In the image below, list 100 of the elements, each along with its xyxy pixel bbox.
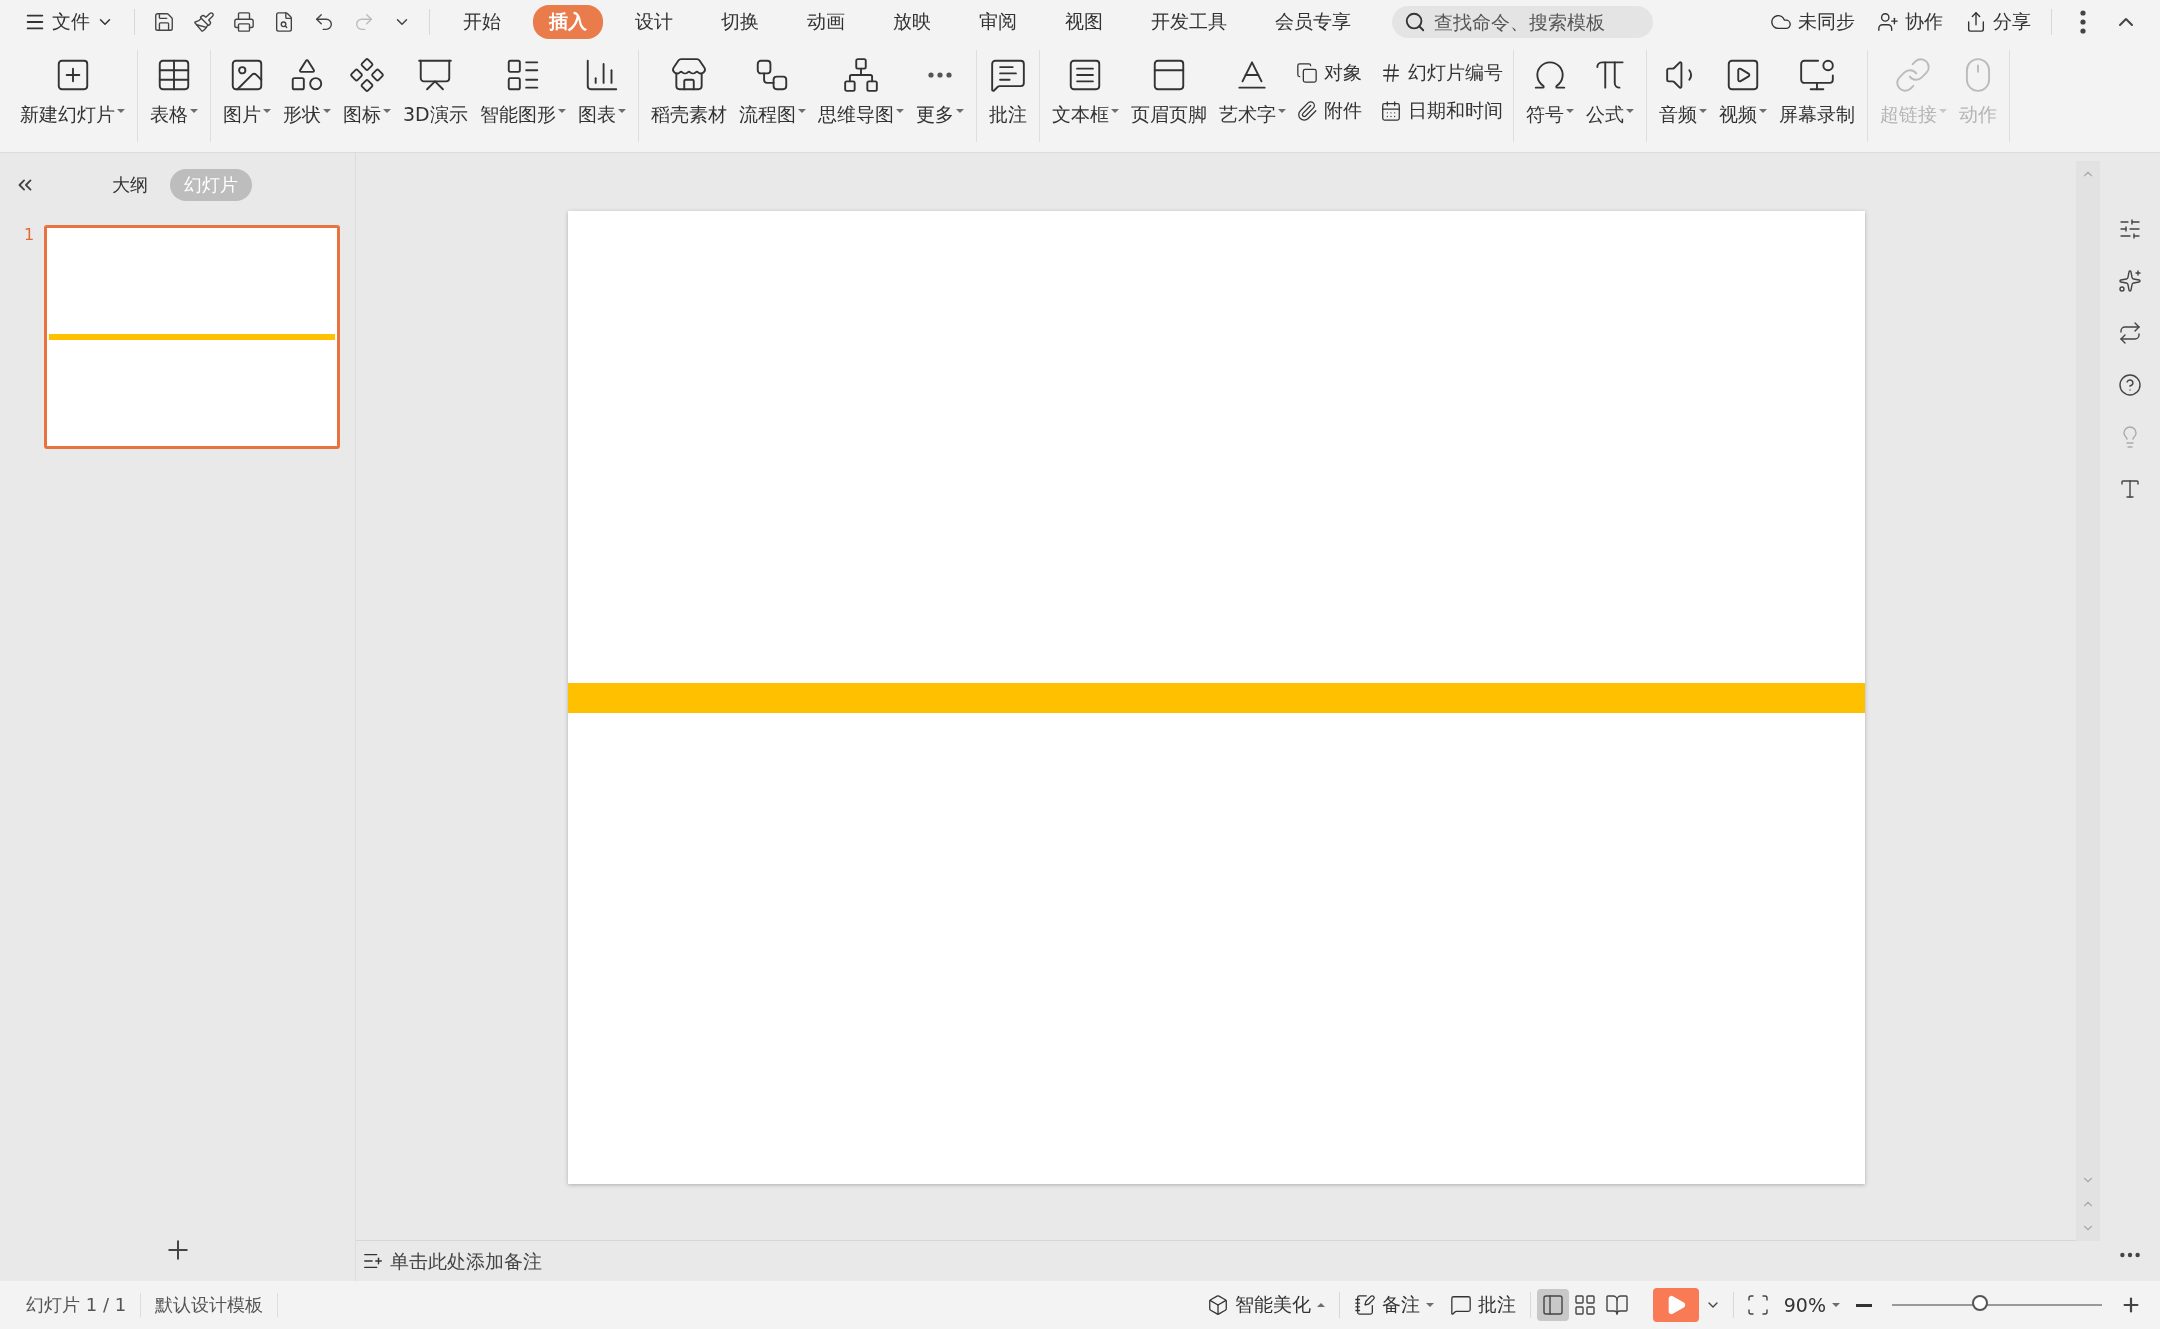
link-icon: [1894, 56, 1933, 94]
menu-tab[interactable]: 审阅: [963, 5, 1033, 39]
reading-view-icon: [1604, 1293, 1629, 1317]
ribbon-button[interactable]: 流程图: [732, 50, 812, 134]
help-icon: [2118, 373, 2142, 397]
notes-icon: [1353, 1294, 1376, 1316]
grid-view-icon: [1572, 1293, 1597, 1317]
more-icon: [2079, 9, 2087, 35]
share-icon: [1965, 11, 1987, 33]
caret-icon: [323, 109, 331, 113]
text-icon: [2118, 477, 2142, 501]
caret-icon: [1565, 109, 1574, 113]
notes-field[interactable]: 单击此处添加备注: [388, 1249, 792, 1273]
menu-tab[interactable]: 设计: [619, 5, 689, 39]
ribbon-button[interactable]: 新建幻灯片: [14, 50, 131, 134]
icons-icon: [348, 56, 386, 94]
ribbon-button[interactable]: 公式: [1579, 50, 1640, 134]
ribbon-button[interactable]: 附件: [1291, 94, 1366, 128]
slide-number: 1: [24, 225, 35, 246]
ribbon-button[interactable]: 文本框: [1045, 50, 1125, 134]
play-button[interactable]: [1652, 1288, 1699, 1322]
fit-icon: [1745, 1293, 1770, 1317]
ribbon-button[interactable]: 符号: [1519, 50, 1580, 134]
paintbrush-icon: [193, 11, 215, 33]
comment-icon: [1449, 1294, 1472, 1316]
caret-icon: [263, 109, 271, 113]
zoom-level[interactable]: 90%: [1775, 1290, 1848, 1320]
ribbon-button[interactable]: 更多: [909, 50, 970, 134]
ribbon-button[interactable]: 批注: [982, 50, 1033, 134]
beautify-button[interactable]: 智能美化: [1198, 1288, 1333, 1322]
caret-icon: [617, 109, 626, 113]
paperclip-icon: [1295, 100, 1318, 122]
more-icon: [2119, 1251, 2141, 1259]
sparkles-icon: [2118, 269, 2142, 293]
ribbon-button[interactable]: 页眉页脚: [1124, 50, 1213, 134]
menu-tab[interactable]: 动画: [791, 5, 861, 39]
ribbon-button[interactable]: 思维导图: [811, 50, 910, 134]
ribbon-button[interactable]: 稻壳素材: [644, 50, 733, 134]
object-icon: [1295, 62, 1318, 84]
caret-icon: [797, 109, 806, 113]
minus-icon: [1856, 1303, 1872, 1307]
menu-tab[interactable]: 放映: [877, 5, 947, 39]
comments-button[interactable]: 批注: [1441, 1288, 1524, 1322]
ribbon-button[interactable]: 图片: [217, 50, 277, 134]
calendar-icon: [1379, 100, 1402, 122]
normal-view-icon: [1540, 1293, 1565, 1317]
caret-icon: [955, 109, 964, 113]
caret-icon: [557, 109, 566, 113]
caret-icon: [1938, 109, 1947, 113]
caret-icon: [1316, 1303, 1325, 1307]
ribbon-button[interactable]: 智能图形: [473, 50, 572, 134]
caret-icon: [190, 109, 198, 113]
mind-map-icon: [841, 56, 880, 94]
menu-tab[interactable]: 开发工具: [1135, 5, 1243, 39]
ribbon-button[interactable]: 图表: [571, 50, 632, 134]
search-icon: [1404, 11, 1426, 33]
notes-button[interactable]: 备注: [1345, 1288, 1442, 1322]
caret-icon: [117, 109, 125, 113]
redo-icon: [353, 11, 375, 33]
panel-tab[interactable]: 大纲: [97, 169, 162, 201]
ribbon-button[interactable]: 幻灯片编号: [1375, 56, 1507, 90]
view-button[interactable]: [1536, 1289, 1569, 1321]
caret-icon: [1698, 109, 1707, 113]
template-name[interactable]: 默认设计模板: [141, 1293, 279, 1317]
caret-icon: [1625, 109, 1634, 113]
menu-tab[interactable]: 开始: [447, 5, 517, 39]
ribbon-button[interactable]: 表格: [144, 50, 204, 134]
print-preview-icon: [273, 11, 295, 33]
slide-thumbnail[interactable]: [44, 225, 341, 449]
menu-tab[interactable]: 会员专享: [1259, 5, 1367, 39]
slide-count: 幻灯片 1 / 1: [12, 1293, 142, 1317]
slider-thumb[interactable]: [1972, 1295, 1989, 1311]
caret-icon: [1110, 109, 1119, 113]
ribbon-button[interactable]: 艺术字: [1212, 50, 1292, 134]
ribbon-button[interactable]: 屏幕录制: [1772, 50, 1861, 134]
file-menu[interactable]: 文件: [16, 5, 122, 39]
undo-icon: [313, 11, 335, 33]
save-icon: [153, 11, 175, 33]
header-action[interactable]: 未同步: [1762, 5, 1863, 39]
header-action[interactable]: 分享: [1957, 5, 2039, 39]
repeat-icon: [2118, 321, 2142, 345]
menu-tab[interactable]: 视图: [1049, 5, 1119, 39]
caret-icon: [895, 109, 904, 113]
search-field[interactable]: 查找命令、搜索模板: [1392, 6, 1653, 38]
caret-icon: [383, 109, 391, 113]
ribbon-button[interactable]: 形状: [277, 50, 337, 134]
caret-icon: [1425, 1303, 1434, 1307]
more-icon: [926, 71, 953, 79]
ribbon-button[interactable]: 视频: [1712, 50, 1773, 134]
ribbon-button[interactable]: 3D演示: [397, 50, 474, 134]
header-action[interactable]: 协作: [1869, 5, 1951, 39]
user-plus-icon: [1877, 11, 1899, 33]
caret-icon: [1832, 1303, 1840, 1307]
ribbon-button[interactable]: 图标: [337, 50, 397, 134]
cube-icon: [1206, 1294, 1229, 1316]
ribbon-button[interactable]: 日期和时间: [1375, 94, 1507, 128]
menu-tab[interactable]: 切换: [705, 5, 775, 39]
ribbon-button[interactable]: 对象: [1291, 56, 1366, 90]
ribbon-button[interactable]: 音频: [1652, 50, 1713, 134]
printer-icon: [233, 11, 255, 33]
